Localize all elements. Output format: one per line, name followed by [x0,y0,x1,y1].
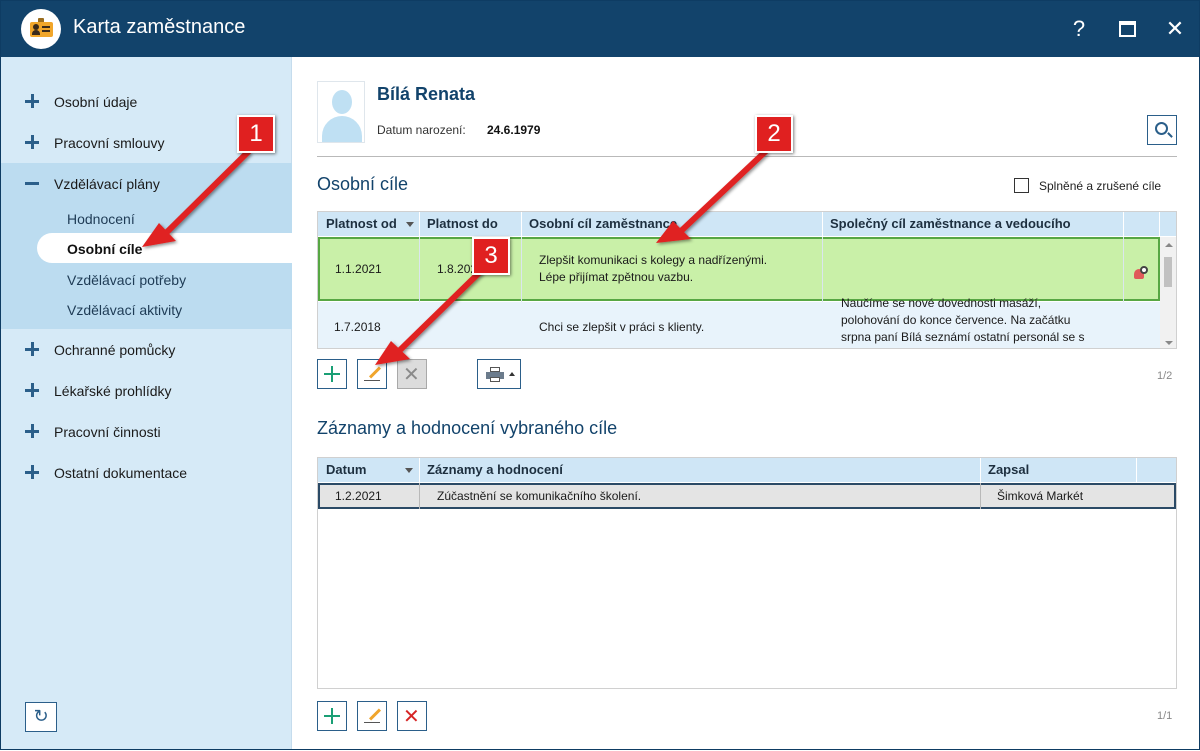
plus-icon [25,383,39,397]
pencil-icon [364,366,382,382]
search-button[interactable] [1147,115,1177,145]
table-row[interactable]: 1.7.2018 Chci se zlepšit v práci s klien… [318,296,1160,348]
cell-zaznam: Zúčastnění se komunikačního školení. [437,489,642,503]
divider [317,156,1177,157]
cell-platnost-od: 1.1.2021 [335,262,382,276]
sidebar-item-label: Lékařské prohlídky [54,383,172,399]
records-grid: Datum Záznamy a hodnocení Zapsal 1.2.202… [317,457,1177,689]
goals-grid: Platnost od Platnost do Osobní cíl zaměs… [317,211,1177,349]
sidebar-item-lekarske-prohlidky[interactable]: Lékařské prohlídky [1,372,292,412]
dob-value: 24.6.1979 [487,123,541,137]
plus-icon [25,465,39,479]
records-grid-header: Datum Záznamy a hodnocení Zapsal [318,458,1176,482]
sidebar-item-pracovni-cinnosti[interactable]: Pracovní činnosti [1,413,292,453]
cell-osobni-cil: Chci se zlepšit v práci s klienty. [539,320,705,334]
title-bar: Karta zaměstnance ? ✕ [1,1,1199,57]
sidebar: Osobní údaje Pracovní smlouvy Vzdělávací… [1,57,292,749]
employee-card-window: Karta zaměstnance ? ✕ Osobní údaje Praco… [0,0,1200,750]
sort-desc-icon [405,468,413,473]
help-button[interactable]: ? [1063,13,1095,45]
sidebar-item-label: Pracovní činnosti [54,424,161,440]
column-header-zapsal[interactable]: Zapsal [988,462,1029,477]
sort-desc-icon [406,222,414,227]
column-header-datum[interactable]: Datum [326,462,366,477]
delete-record-button[interactable]: ✕ [397,701,427,731]
close-icon: ✕ [403,704,420,728]
cell-datum: 1.2.2021 [335,489,382,503]
column-header-spolecny-cil[interactable]: Společný cíl zaměstnance a vedoucího [830,216,1071,231]
maximize-button[interactable] [1111,13,1143,45]
pencil-icon [364,708,382,724]
employee-card-icon [21,9,61,49]
sidebar-subitem-vzdelavaci-aktivity[interactable]: Vzdělávací aktivity [67,302,182,318]
plus-icon [25,135,39,149]
table-row-selected[interactable]: 1.2.2021 Zúčastnění se komunikačního ško… [318,483,1176,509]
sidebar-subitem-hodnoceni[interactable]: Hodnocení [67,211,135,227]
plus-icon [324,708,340,724]
column-header-platnost-do[interactable]: Platnost do [427,216,498,231]
scroll-down-icon[interactable] [1165,341,1173,345]
cell-osobni-cil-line1: Zlepšit komunikaci s kolegy a nadřízeným… [539,253,768,267]
sidebar-item-label: Pracovní smlouvy [54,135,165,151]
scroll-up-icon[interactable] [1165,243,1173,247]
completed-cancelled-checkbox[interactable] [1014,178,1029,193]
notification-bell-icon[interactable] [1134,266,1152,284]
plus-icon [25,94,39,108]
sidebar-item-ostatni-dokumentace[interactable]: Ostatní dokumentace [1,454,292,494]
delete-goal-button[interactable]: ✕ [397,359,427,389]
vertical-scrollbar[interactable] [1160,237,1176,348]
add-record-button[interactable] [317,701,347,731]
plus-icon [25,342,39,356]
cell-platnost-od: 1.7.2018 [334,320,381,334]
add-goal-button[interactable] [317,359,347,389]
edit-goal-button[interactable] [357,359,387,389]
close-icon: ✕ [403,362,420,386]
goals-grid-header: Platnost od Platnost do Osobní cíl zaměs… [318,212,1176,236]
sidebar-item-label: Vzdělávací plány [54,176,160,192]
refresh-button[interactable]: ↻ [25,702,57,732]
cell-spolecny-cil-line3: srpna paní Bílá seznámí ostatní personál… [841,330,1085,344]
sidebar-item-label: Ostatní dokumentace [54,465,188,481]
goals-section-title: Osobní cíle [317,174,409,194]
sidebar-item-label: Ochranné pomůcky [54,342,176,358]
printer-icon [486,367,504,382]
window-title: Karta zaměstnance [73,16,246,38]
edit-record-button[interactable] [357,701,387,731]
sidebar-subitem-osobni-cile[interactable]: Osobní cíle [67,241,142,257]
sidebar-item-label: Osobní údaje [54,94,138,110]
print-button[interactable] [477,359,521,389]
dob-label: Datum narození: [377,123,466,137]
minus-icon [25,176,39,190]
main-panel: Bílá Renata Datum narození: 24.6.1979 Os… [293,57,1199,749]
close-button[interactable]: ✕ [1159,13,1191,45]
annotation-badge-1: 1 [237,115,275,153]
plus-icon [25,424,39,438]
records-section-title: Záznamy a hodnocení vybraného cíle [317,418,618,438]
sidebar-item-ochranne-pomucky[interactable]: Ochranné pomůcky [1,331,292,371]
goals-pager: 1/2 [1157,370,1173,382]
cell-spolecny-cil-line2: polohování do konce července. Na začátku [841,313,1071,327]
cell-spolecny-cil-line1: Naučíme se nové dovednosti masáží, [841,296,1042,310]
records-pager: 1/1 [1157,710,1173,722]
cell-zapsal: Šimková Markét [997,489,1084,503]
maximize-icon [1118,21,1136,37]
employee-name: Bílá Renata [377,84,476,104]
completed-cancelled-label: Splněné a zrušené cíle [1039,179,1162,193]
sidebar-item-vzdelavaci-plany[interactable]: Vzdělávací plány [1,165,292,205]
annotation-badge-3: 3 [472,237,510,275]
column-header-platnost-od[interactable]: Platnost od [326,216,397,231]
table-row-selected[interactable]: 1.1.2021 1.8.2021 Zlepšit komunikaci s k… [318,237,1160,301]
cell-osobni-cil-line2: Lépe přijímat zpětnou vazbu. [539,270,694,284]
sidebar-subitem-vzdelavaci-potreby[interactable]: Vzdělávací potřeby [67,272,186,288]
annotation-badge-2: 2 [755,115,793,153]
column-header-osobni-cil[interactable]: Osobní cíl zaměstnance [529,216,677,231]
plus-icon [324,366,340,382]
column-header-zaznamy[interactable]: Záznamy a hodnocení [427,462,563,477]
chevron-up-icon [509,372,515,376]
scroll-thumb[interactable] [1164,257,1172,287]
avatar [317,81,365,143]
